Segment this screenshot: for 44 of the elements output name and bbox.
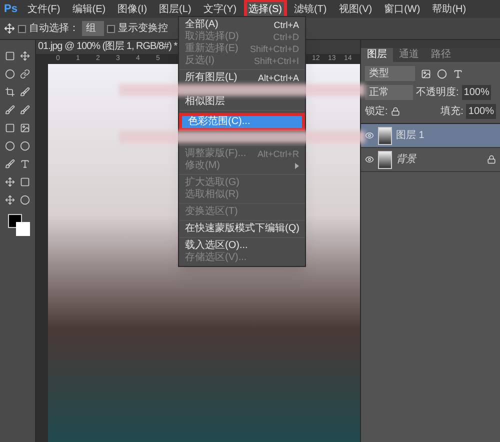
opacity-field[interactable]: 100% xyxy=(462,85,492,100)
menu-item[interactable]: 全部(A) Ctrl+A xyxy=(179,19,305,31)
visibility-icon[interactable] xyxy=(365,155,374,164)
menu-bar-item[interactable]: 图层(L) xyxy=(157,2,194,16)
move-tool-icon[interactable] xyxy=(4,23,15,34)
image-icon[interactable] xyxy=(421,68,431,78)
blend-mode-dropdown[interactable]: 正常 xyxy=(365,85,413,100)
menu-bar-item[interactable]: 编辑(E) xyxy=(70,2,108,16)
panel-tab[interactable]: 通道 xyxy=(393,48,425,62)
menu-bar-item[interactable]: 选择(S) xyxy=(246,2,284,16)
text-icon[interactable] xyxy=(453,68,463,78)
circle-icon[interactable] xyxy=(437,68,447,78)
menu-item[interactable]: 所有图层(L) Alt+Ctrl+A xyxy=(179,72,305,84)
layer-thumbnail xyxy=(378,126,392,144)
app-logo: Ps xyxy=(4,2,18,17)
lock-label: 锁定: xyxy=(365,104,388,119)
submenu-arrow-icon xyxy=(295,163,299,169)
menu-bar-item[interactable]: 图像(I) xyxy=(116,2,150,16)
layer-name: 背景 xyxy=(396,152,416,167)
menu-bar-item[interactable]: 帮助(H) xyxy=(430,2,468,16)
menu-bar-item[interactable]: 滤镜(T) xyxy=(292,2,329,16)
auto-select-dropdown[interactable]: 组 xyxy=(82,21,104,36)
panel-tab[interactable]: 图层 xyxy=(361,48,393,62)
menu-bar-item[interactable]: 窗口(W) xyxy=(382,2,422,16)
checkbox[interactable] xyxy=(107,24,115,32)
menu-item[interactable]: 载入选区(O)... xyxy=(179,240,305,252)
show-transform-label: 显示变换控 xyxy=(118,22,168,36)
layer-thumbnail xyxy=(378,150,392,168)
opacity-label: 不透明度: xyxy=(416,86,459,100)
layer-row[interactable]: 背景 xyxy=(361,148,500,172)
visibility-icon[interactable] xyxy=(365,131,374,140)
menu-bar-item[interactable]: 视图(V) xyxy=(336,2,374,16)
menu-item[interactable]: 相似图层 xyxy=(179,96,305,108)
menu-item[interactable]: 在快速蒙版模式下编辑(Q) xyxy=(179,223,305,235)
panel-tab[interactable]: 路径 xyxy=(425,48,457,62)
fill-label: 填充: xyxy=(440,104,464,119)
checkbox[interactable] xyxy=(18,24,26,32)
fill-field[interactable]: 100% xyxy=(466,104,496,119)
filter-dropdown[interactable]: 类型 xyxy=(365,66,415,81)
lock-icon[interactable] xyxy=(390,107,400,116)
auto-select-label: 自动选择： xyxy=(29,22,79,36)
layer-name: 图层 1 xyxy=(396,129,424,143)
menu-bar-item[interactable]: 文字(Y) xyxy=(201,2,239,16)
menu-bar-item[interactable]: 文件(F) xyxy=(25,2,62,16)
